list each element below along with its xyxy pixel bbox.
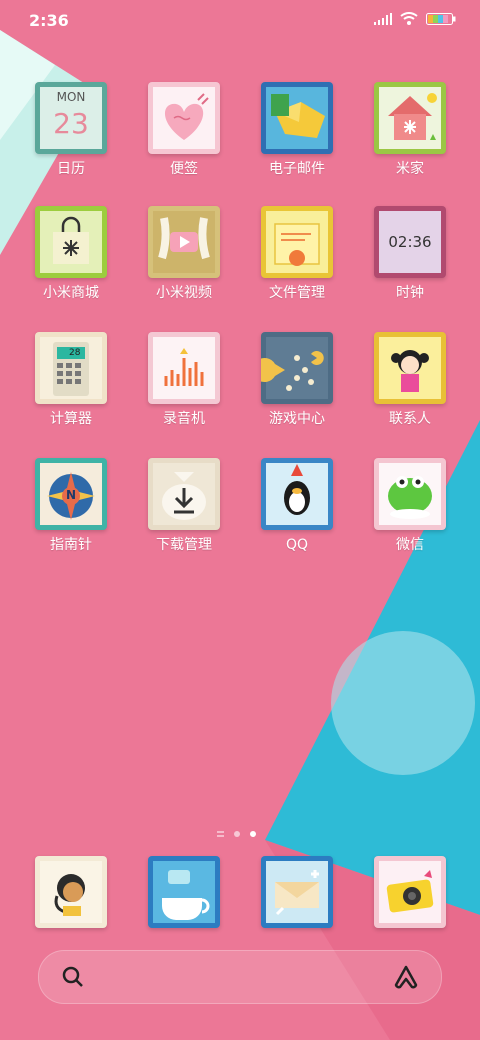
app-label: 米家 <box>396 161 424 177</box>
app-label: 微信 <box>396 537 424 553</box>
battery-icon <box>426 12 456 25</box>
notes-icon <box>148 82 220 154</box>
page-dot-active[interactable] <box>250 831 256 837</box>
messages-icon <box>148 856 220 928</box>
calculator-icon: 28 <box>35 332 107 404</box>
app-wechat[interactable]: 微信 <box>362 458 458 554</box>
app-label: 录音机 <box>163 411 205 427</box>
app-contacts[interactable]: 联系人 <box>362 332 458 428</box>
app-label: 小米视频 <box>156 285 212 301</box>
calendar-icon: MON 23 <box>35 82 107 154</box>
mijia-icon <box>374 82 446 154</box>
wifi-icon <box>400 12 418 25</box>
app-mi-store[interactable]: 小米商城 <box>23 206 119 302</box>
app-label: 便签 <box>170 161 198 177</box>
app-label: 下载管理 <box>156 537 212 553</box>
app-email[interactable]: 电子邮件 <box>249 82 345 178</box>
app-label: QQ <box>285 537 309 553</box>
app-game-center[interactable]: 游戏中心 <box>249 332 345 428</box>
wechat-icon <box>374 458 446 530</box>
app-clock[interactable]: 02:36 时钟 <box>362 206 458 302</box>
qq-icon <box>261 458 333 530</box>
clock-icon: 02:36 <box>374 206 446 278</box>
search-icon[interactable] <box>61 965 85 989</box>
file-manager-icon <box>261 206 333 278</box>
app-mi-video[interactable]: 小米视频 <box>136 206 232 302</box>
phone-icon <box>35 856 107 928</box>
app-label: 电子邮件 <box>269 161 325 177</box>
camera-icon <box>374 856 446 928</box>
game-center-icon <box>261 332 333 404</box>
dock-messages[interactable] <box>136 856 232 928</box>
browser-icon <box>261 856 333 928</box>
app-compass[interactable]: N 指南针 <box>23 458 119 554</box>
app-label: 日历 <box>57 161 85 177</box>
status-time: 2:36 <box>29 11 69 30</box>
email-icon <box>261 82 333 154</box>
status-bar: 2:36 <box>0 0 480 40</box>
page-indicator[interactable] <box>217 831 256 837</box>
recorder-icon <box>148 332 220 404</box>
app-label: 小米商城 <box>43 285 99 301</box>
signal-icon <box>374 12 392 25</box>
page-dot[interactable] <box>234 831 240 837</box>
app-calendar[interactable]: MON 23 日历 <box>23 82 119 178</box>
app-label: 时钟 <box>396 285 424 301</box>
app-label: 联系人 <box>389 411 431 427</box>
mi-video-icon <box>148 206 220 278</box>
download-manager-icon <box>148 458 220 530</box>
dock-browser[interactable] <box>249 856 345 928</box>
dock-camera[interactable] <box>362 856 458 928</box>
floating-ball[interactable] <box>331 631 475 775</box>
app-notes[interactable]: 便签 <box>136 82 232 178</box>
app-label: 文件管理 <box>269 285 325 301</box>
assistant-icon[interactable] <box>393 965 419 989</box>
compass-icon: N <box>35 458 107 530</box>
app-download-manager[interactable]: 下载管理 <box>136 458 232 554</box>
app-label: 计算器 <box>50 411 92 427</box>
app-label: 游戏中心 <box>269 411 325 427</box>
app-recorder[interactable]: 录音机 <box>136 332 232 428</box>
contacts-icon <box>374 332 446 404</box>
app-label: 指南针 <box>50 537 92 553</box>
app-file-manager[interactable]: 文件管理 <box>249 206 345 302</box>
mi-store-icon <box>35 206 107 278</box>
app-qq[interactable]: QQ <box>249 458 345 554</box>
page-dot-home[interactable] <box>217 831 224 837</box>
dock-phone[interactable] <box>23 856 119 928</box>
app-calculator[interactable]: 28 计算器 <box>23 332 119 428</box>
search-bar[interactable] <box>38 950 442 1004</box>
app-mijia[interactable]: 米家 <box>362 82 458 178</box>
